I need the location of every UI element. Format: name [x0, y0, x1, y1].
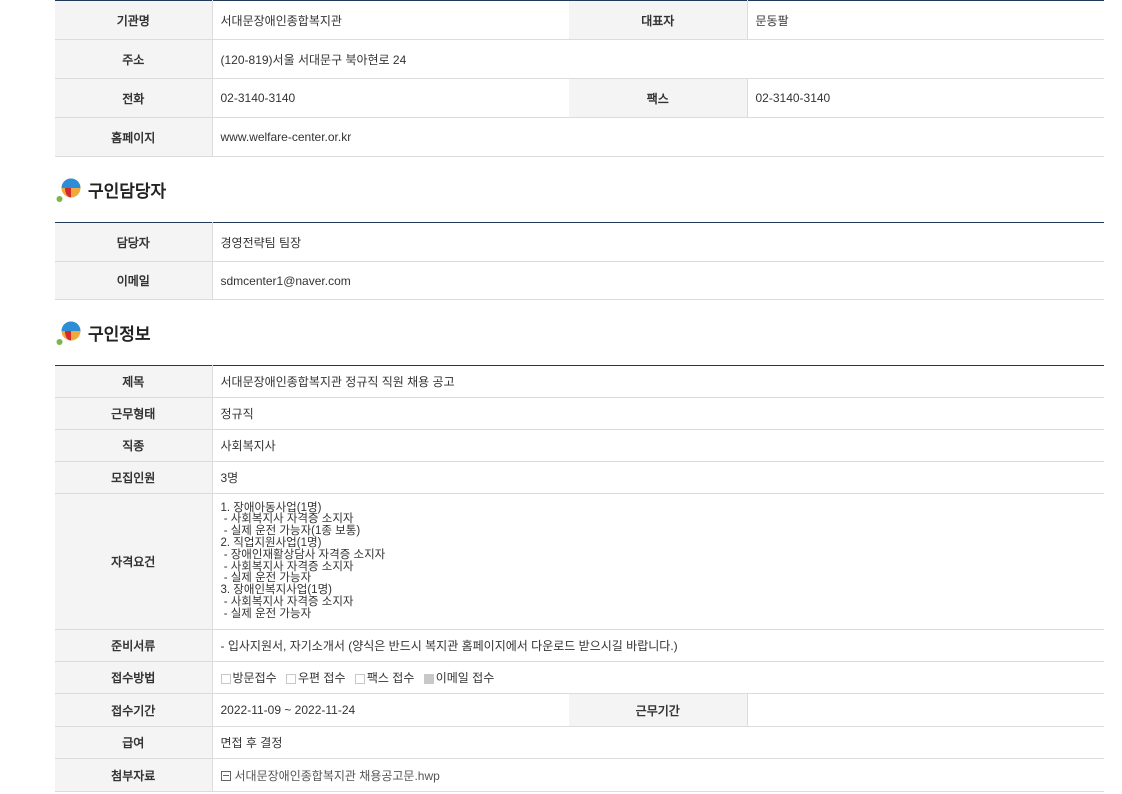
method-option-label: 방문접수: [232, 671, 277, 685]
requirement-line: - 사회복지사 자격증 소지자: [220, 595, 354, 608]
work-period-label: 근무기간: [569, 693, 748, 727]
salary-label: 급여: [55, 726, 213, 759]
headcount-label: 모집인원: [55, 461, 213, 494]
period-label: 접수기간: [55, 693, 213, 727]
manager-label: 담당자: [55, 222, 213, 262]
checkbox-icon: [354, 673, 365, 684]
phone-value: 02-3140-3140: [212, 78, 569, 118]
phone-label: 전화: [55, 78, 213, 118]
method-option[interactable]: 방문접수: [220, 671, 277, 685]
table-row: 첨부자료 서대문장애인종합복지관 채용공고문.hwp: [55, 758, 1105, 792]
subject-label: 제목: [55, 365, 213, 398]
homepage-label: 홈페이지: [55, 117, 213, 157]
checkbox-icon: [286, 673, 297, 684]
rep-name: 문동팔: [747, 0, 1104, 40]
method-option[interactable]: 우편 접수: [286, 671, 346, 685]
documents-value: - 입사지원서, 자기소개서 (양식은 반드시 복지관 홈페이지에서 다운로드 …: [212, 629, 1105, 662]
table-row: 모집인원 3명: [55, 461, 1105, 494]
table-row: 근무형태 정규직: [55, 397, 1105, 430]
attachment-link[interactable]: 서대문장애인종합복지관 채용공고문.hwp: [235, 769, 440, 783]
checkbox-checked-icon: [423, 673, 434, 684]
attachment-label: 첨부자료: [55, 758, 213, 792]
checkbox-icon: [220, 673, 231, 684]
method-option-label: 우편 접수: [298, 671, 346, 685]
email-label: 이메일: [55, 261, 213, 300]
requirements-value: 1. 장애아동사업(1명) - 사회복지사 자격증 소지자 - 실제 운전 가능…: [212, 493, 1105, 630]
table-row: 홈페이지 www.welfare-center.or.kr: [55, 117, 1104, 157]
section-title-contact: 구인담당자: [55, 157, 1104, 222]
email-value[interactable]: sdmcenter1@naver.com: [212, 261, 1104, 300]
table-row: 주소 (120-819)서울 서대문구 북아현로 24: [55, 39, 1104, 79]
method-option[interactable]: 이메일 접수: [423, 671, 495, 685]
method-options: 방문접수 우편 접수 팩스 접수 이메일 접수: [212, 661, 1105, 694]
section-title-text: 구인담당자: [88, 182, 167, 201]
requirement-line: - 사회복지사 자격증 소지자: [220, 560, 354, 573]
attachment-cell: 서대문장애인종합복지관 채용공고문.hwp: [212, 758, 1105, 792]
method-label: 접수방법: [55, 661, 213, 694]
requirement-line: - 실제 운전 가능자: [220, 572, 312, 585]
file-icon: [220, 771, 231, 782]
fax-value: 02-3140-3140: [747, 78, 1104, 118]
table-row: 직종 사회복지사: [55, 429, 1105, 462]
headcount-value: 3명: [212, 461, 1105, 494]
method-option-label: 팩스 접수: [366, 671, 415, 685]
manager-value: 경영전략팀 팀장: [212, 222, 1104, 262]
documents-label: 준비서류: [55, 629, 213, 662]
homepage-link[interactable]: www.welfare-center.or.kr: [212, 117, 1104, 157]
requirement-line: - 장애인재활상담사 자격증 소지자: [220, 548, 386, 561]
requirements-list: 1. 장애아동사업(1명) - 사회복지사 자격증 소지자 - 실제 운전 가능…: [220, 502, 1105, 621]
method-option-label: 이메일 접수: [435, 671, 495, 685]
job-posting-detail: 기관명 서대문장애인종합복지관 대표자 문동팔 주소 (120-819)서울 서…: [55, 0, 1105, 792]
fax-label: 팩스: [569, 78, 748, 118]
requirement-line: - 실제 운전 가능자(1종 보통): [220, 525, 361, 538]
address-value: (120-819)서울 서대문구 북아현로 24: [212, 39, 1104, 79]
method-option[interactable]: 팩스 접수: [354, 671, 415, 685]
period-value: 2022-11-09 ~ 2022-11-24: [212, 693, 569, 727]
table-row: 접수기간 2022-11-09 ~ 2022-11-24 근무기간: [55, 693, 1105, 727]
salary-value: 면접 후 결정: [212, 726, 1105, 759]
table-row: 담당자 경영전략팀 팀장: [55, 222, 1104, 262]
org-name: 서대문장애인종합복지관: [212, 0, 569, 40]
section-logo-icon: [56, 321, 81, 345]
rep-label: 대표자: [569, 0, 748, 40]
table-row: 준비서류 - 입사지원서, 자기소개서 (양식은 반드시 복지관 홈페이지에서 …: [55, 629, 1105, 662]
section-title-text: 구인정보: [88, 325, 151, 344]
requirement-line: 2. 직업지원사업(1명): [220, 536, 322, 549]
table-row: 자격요건 1. 장애아동사업(1명) - 사회복지사 자격증 소지자 - 실제 …: [55, 493, 1105, 630]
table-row: 급여 면접 후 결정: [55, 726, 1105, 759]
job-info-table: 제목 서대문장애인종합복지관 정규직 직원 채용 공고 근무형태 정규직 직종 …: [55, 365, 1105, 792]
table-row: 접수방법 방문접수 우편 접수 팩스 접수 이메일 접수: [55, 661, 1105, 694]
jobtype-value: 사회복지사: [212, 429, 1105, 462]
jobtype-label: 직종: [55, 429, 213, 462]
requirement-line: - 실제 운전 가능자: [220, 607, 312, 620]
table-row: 제목 서대문장애인종합복지관 정규직 직원 채용 공고: [55, 365, 1105, 398]
org-name-label: 기관명: [55, 0, 213, 40]
requirements-label: 자격요건: [55, 493, 213, 630]
worktype-value: 정규직: [212, 397, 1105, 430]
table-row: 이메일 sdmcenter1@naver.com: [55, 261, 1104, 300]
subject-value: 서대문장애인종합복지관 정규직 직원 채용 공고: [212, 365, 1105, 398]
org-info-table: 기관명 서대문장애인종합복지관 대표자 문동팔 주소 (120-819)서울 서…: [55, 0, 1104, 157]
address-label: 주소: [55, 39, 213, 79]
table-row: 전화 02-3140-3140 팩스 02-3140-3140: [55, 78, 1104, 118]
worktype-label: 근무형태: [55, 397, 213, 430]
contact-table: 담당자 경영전략팀 팀장 이메일 sdmcenter1@naver.com: [55, 222, 1104, 300]
section-title-job: 구인정보: [55, 300, 1104, 365]
work-period-value: [747, 693, 1105, 727]
section-logo-icon: [56, 178, 81, 202]
table-row: 기관명 서대문장애인종합복지관 대표자 문동팔: [55, 0, 1104, 40]
